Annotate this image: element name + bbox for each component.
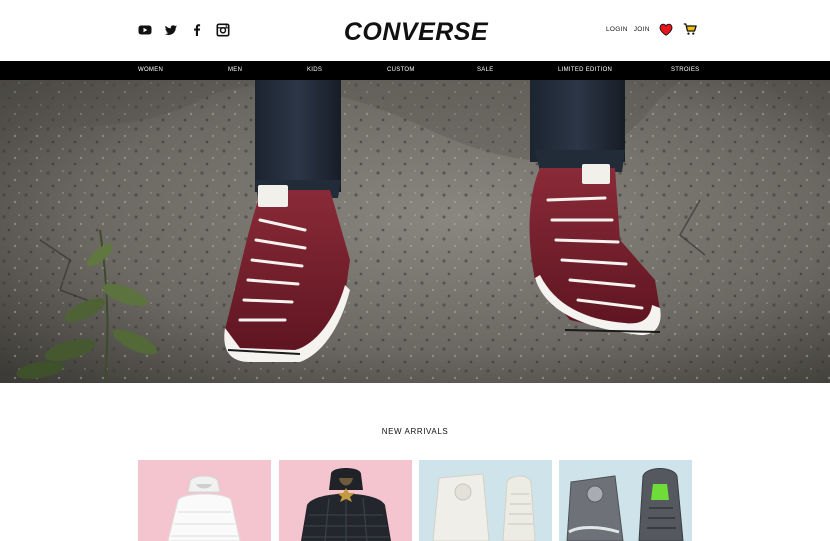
site-header: CONVERSE LOGIN JOIN <box>0 0 830 61</box>
product-grid <box>138 460 692 541</box>
hero-banner[interactable] <box>0 80 830 383</box>
brand-logo[interactable]: CONVERSE <box>341 14 491 46</box>
social-links <box>138 23 230 37</box>
twitter-icon[interactable] <box>164 23 178 37</box>
hero-image <box>0 80 830 383</box>
brand-name: CONVERSE <box>344 18 489 46</box>
facebook-icon[interactable] <box>190 23 204 37</box>
product-card[interactable] <box>138 460 271 541</box>
heart-icon[interactable] <box>659 23 673 36</box>
nav-item-women[interactable]: WOMEN <box>138 61 163 80</box>
nav-item-custom[interactable]: CUSTOM <box>387 61 415 80</box>
cart-icon[interactable] <box>683 22 697 36</box>
black-quilted-puffer-jacket-image <box>279 460 412 541</box>
product-card[interactable] <box>279 460 412 541</box>
nav-item-men[interactable]: MEN <box>228 61 242 80</box>
nav-item-stories[interactable]: STROIES <box>671 61 699 80</box>
login-link[interactable]: LOGIN <box>606 26 628 33</box>
join-link[interactable]: JOIN <box>634 26 650 33</box>
nav-item-sale[interactable]: SALE <box>477 61 494 80</box>
product-card[interactable] <box>559 460 692 541</box>
nav-item-limited-edition[interactable]: LIMITED EDITION <box>558 61 612 80</box>
account-links: LOGIN JOIN <box>606 22 697 36</box>
youtube-icon[interactable] <box>138 23 152 37</box>
white-puffer-jacket-image <box>138 460 271 541</box>
grey-high-top-sneakers-image <box>559 460 692 541</box>
new-arrivals-title: NEW ARRIVALS <box>381 427 449 436</box>
instagram-icon[interactable] <box>216 23 230 37</box>
brand-wordmark: CONVERSE <box>344 18 489 46</box>
cream-high-top-sneakers-image <box>419 460 552 541</box>
main-nav: WOMEN MEN KIDS CUSTOM SALE LIMITED EDITI… <box>0 61 830 80</box>
nav-item-kids[interactable]: KIDS <box>307 61 322 80</box>
product-card[interactable] <box>419 460 552 541</box>
